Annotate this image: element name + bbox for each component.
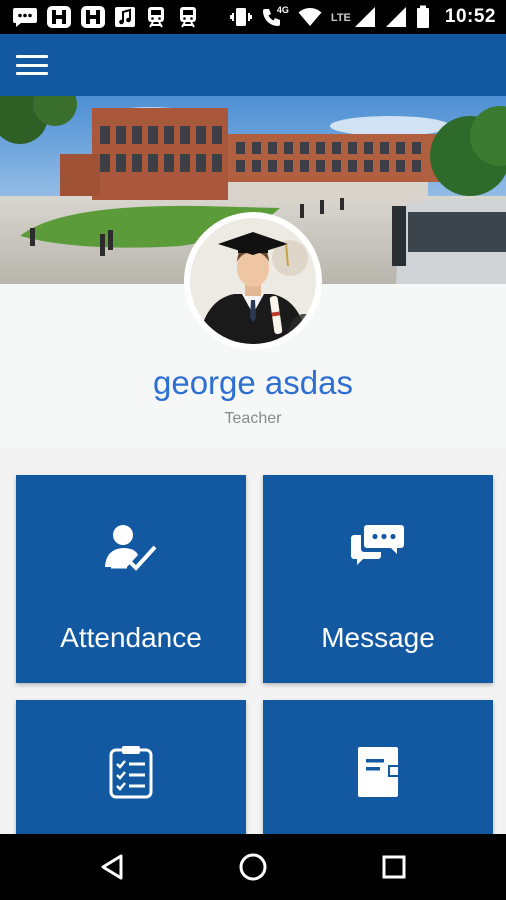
battery-icon xyxy=(416,5,430,29)
tile-label: Message xyxy=(321,622,435,653)
wifi-call-icon: 4G xyxy=(261,5,289,28)
train-icon xyxy=(176,5,200,29)
status-bar: 4G LTE 10:52 xyxy=(0,0,506,34)
attendance-icon xyxy=(105,523,157,578)
signal-icon xyxy=(354,6,376,28)
user-name: george asdas xyxy=(153,364,353,401)
tile-label: Attendance xyxy=(60,622,202,653)
graduate-photo xyxy=(190,218,316,344)
notification-app-icon xyxy=(46,5,72,29)
attendance-tile[interactable]: Attendance xyxy=(16,475,246,683)
avatar[interactable] xyxy=(184,212,322,350)
status-left-icons xyxy=(12,5,200,29)
chat-icon xyxy=(12,6,38,28)
wifi-call-label: 4G xyxy=(276,5,289,15)
user-role: Teacher xyxy=(224,410,282,427)
message-icon xyxy=(351,521,405,572)
wifi-icon xyxy=(298,7,322,27)
recents-icon[interactable] xyxy=(354,834,434,900)
message-tile[interactable]: Message xyxy=(263,475,493,683)
checklist-icon xyxy=(109,745,153,804)
home-icon[interactable] xyxy=(213,834,293,900)
status-right-icons: 4G LTE 10:52 xyxy=(229,5,496,29)
signal-icon xyxy=(385,6,407,28)
notebook-tile[interactable] xyxy=(263,700,493,834)
navigation-bar xyxy=(0,834,506,900)
vibrate-icon xyxy=(229,6,252,28)
music-note-icon xyxy=(114,6,136,28)
menu-grid: Attendance Message xyxy=(0,448,506,834)
checklist-tile[interactable] xyxy=(16,700,246,834)
status-time: 10:52 xyxy=(444,6,496,27)
back-icon[interactable] xyxy=(72,834,152,900)
notification-app-icon xyxy=(80,5,106,29)
network-type-label: LTE xyxy=(330,12,351,24)
hamburger-menu-icon[interactable] xyxy=(16,52,48,78)
notebook-icon xyxy=(356,745,400,804)
train-icon xyxy=(144,5,168,29)
app-bar xyxy=(0,34,506,96)
